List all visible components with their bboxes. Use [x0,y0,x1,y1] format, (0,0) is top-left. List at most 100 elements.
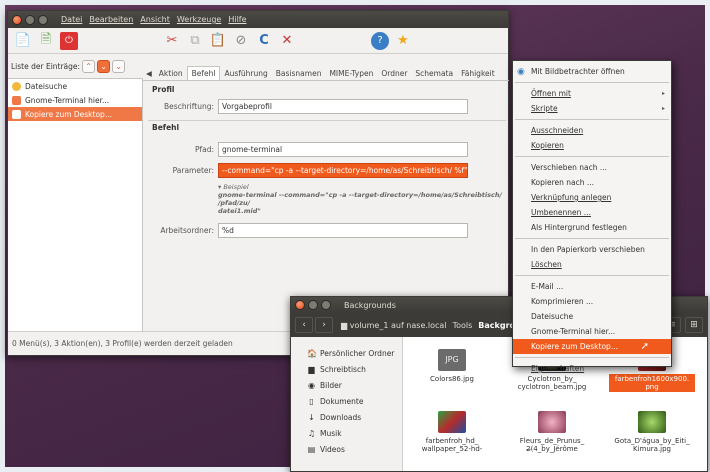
breadcrumb-volume[interactable]: ▆ volume_1 auf nase.local [341,321,447,330]
reload-icon[interactable]: C [255,32,273,50]
menu-email[interactable]: E-Mail ... [513,279,671,294]
file-name: farbenfroh_hd_ wallpaper_52-hd- [421,437,483,453]
forward-button[interactable]: › [315,317,333,333]
menu-copy-to[interactable]: Kopieren nach ... [513,175,671,190]
preferences-icon[interactable]: ✕ [278,32,296,50]
quit-icon[interactable]: ⏻ [60,31,78,50]
main-titlebar: Datei Bearbeiten Ansicht Werkzeuge Hilfe [8,11,508,28]
arbeitsordner-row: Arbeitsordner: %d [148,221,506,239]
place-documents[interactable]: ▯ Dokumente [291,393,402,409]
pfad-input[interactable]: gnome-terminal [218,141,468,157]
list-item[interactable]: Dateisuche [8,79,142,93]
list-item-selected[interactable]: Kopiere zum Desktop... [8,107,142,121]
maximize-button[interactable] [38,14,48,25]
menu-set-background[interactable]: Als Hintergrund festlegen [513,220,671,235]
tab-befehl[interactable]: Befehl [186,66,221,80]
tab-schemata[interactable]: Schemata [411,67,457,80]
menu-delete[interactable]: Löschen [513,257,671,272]
place-home[interactable]: 🏠 Persönlicher Ordner [291,345,402,361]
new-action-icon[interactable]: 🗎 [37,32,55,50]
menu-scripts[interactable]: Skripte ▸ [513,101,671,116]
beispiel-box: ▾ Beispiel gnome-terminal --command="cp … [218,183,506,215]
menu-copy-to-desktop[interactable]: Kopiere zum Desktop... ➚ [513,339,671,354]
menu-move-to[interactable]: Verschieben nach ... [513,160,671,175]
place-videos[interactable]: ▤ Videos [291,441,402,457]
menu-separator [515,238,669,239]
menu-werkzeuge[interactable]: Werkzeuge [177,15,221,24]
tab-faehigkeit[interactable]: Fähigkeit [457,67,499,80]
beschriftung-input[interactable]: Vorgabeprofil [218,98,468,114]
menu-item-label: Kopieren [531,141,564,150]
image-viewer-icon: ◉ [517,66,525,77]
image-thumbnail [638,411,666,433]
menu-gnome-terminal[interactable]: Gnome-Terminal hier... [513,324,671,339]
menu-datei[interactable]: Datei [61,15,82,24]
place-music[interactable]: ♫ Musik [291,425,402,441]
expand-up-icon[interactable]: ⌃ [82,59,96,73]
menu-separator [515,357,669,358]
parameter-input[interactable]: --command="cp -a --target-directory=/hom… [218,162,468,178]
menu-hilfe[interactable]: Hilfe [228,15,246,24]
place-downloads[interactable]: ↓ Downloads [291,409,402,425]
menu-item-label: Öffnen mit [531,89,571,98]
menu-cut[interactable]: Ausschneiden [513,123,671,138]
breadcrumb-tools[interactable]: Tools [453,321,473,330]
place-desktop[interactable]: ▆ Schreibtisch [291,361,402,377]
menu-move-to-trash[interactable]: In den Papierkorb verschieben [513,242,671,257]
paste-icon[interactable]: 📋 [209,32,227,50]
menu-rename[interactable]: Umbenennen ... [513,205,671,220]
parameter-row: Parameter: --command="cp -a --target-dir… [148,161,506,179]
profil-heading: Profil [152,85,175,94]
tab-scroll-left[interactable]: ◀ [143,67,155,80]
about-star-icon[interactable]: ★ [394,32,412,50]
menu-open-with[interactable]: Öffnen mit ▸ [513,86,671,101]
menu-item-label: Umbenennen ... [531,208,591,217]
submenu-arrow-icon: ▸ [661,105,665,112]
menu-copy[interactable]: Kopieren [513,138,671,153]
menu-ansicht[interactable]: Ansicht [140,15,170,24]
menu-item-label: Löschen [531,260,562,269]
list-item[interactable]: Gnome-Terminal hier... [8,93,142,107]
file-item[interactable]: farbenfroh_hd_ wallpaper_52-hd- [409,411,495,454]
tab-mime-typen[interactable]: MIME-Typen [325,67,377,80]
copy-icon[interactable]: ⧉ [186,32,204,50]
file-item[interactable]: Gota_D'água_by_Eiti_ Kimura.jpg [609,411,695,454]
grid-view-icon[interactable]: ⊞ [685,317,703,333]
arbeitsordner-input[interactable]: %d [218,222,468,238]
places-sidebar: 🏠 Persönlicher Ordner ▆ Schreibtisch ◉ Bild… [291,337,403,471]
mouse-cursor-icon: ➚ [640,341,649,352]
minimize-button[interactable] [308,300,318,310]
menu-open-with-image-viewer[interactable]: ◉ Mit Bildbetrachter öffnen [513,64,671,79]
place-pictures[interactable]: ◉ Bilder [291,377,402,393]
sidebar-label: Liste der Einträge: [11,61,81,71]
delete-icon[interactable]: ⊘ [232,32,250,50]
minimize-button[interactable] [25,14,35,25]
menu-compress[interactable]: Komprimieren ... [513,294,671,309]
back-button[interactable]: ‹ [295,317,313,333]
help-icon[interactable]: ? [371,31,389,50]
place-label: Videos [320,444,345,454]
maximize-button[interactable] [321,300,331,310]
new-menu-icon[interactable]: 📄 [14,32,32,50]
close-button[interactable] [12,14,22,25]
menu-item-label: Ausschneiden [531,126,584,135]
tab-aktion[interactable]: Aktion [155,67,187,80]
parameter-label: Parameter: [172,165,214,175]
menu-make-link[interactable]: Verknüpfung anlegen [513,190,671,205]
cut-icon[interactable]: ✂ [163,32,181,50]
menu-bearbeiten[interactable]: Bearbeiten [89,15,133,24]
music-icon: ♫ [307,428,316,438]
entries-list: Dateisuche Gnome-Terminal hier... Kopier… [8,78,143,332]
file-item[interactable]: JPG Colors86.jpg [409,349,495,384]
menu-file-search[interactable]: Dateisuche [513,309,671,324]
file-item[interactable]: Fleurs_de_Prunus_ 2̶(4_by_Jérôme [509,411,595,454]
tab-ordner[interactable]: Ordner [377,67,411,80]
tab-ausfuehrung[interactable]: Ausführung [220,67,271,80]
tab-basisnamen[interactable]: Basisnamen [272,67,326,80]
window-title: Backgrounds [344,300,396,310]
close-button[interactable] [295,300,305,310]
collapse-icon[interactable]: ⌄ [97,59,111,73]
expand-down-icon[interactable]: ⌄ [112,59,126,73]
menu-properties[interactable]: Eigenschaften [513,361,671,376]
breadcrumb-backgrounds[interactable]: Backgro [478,321,515,330]
